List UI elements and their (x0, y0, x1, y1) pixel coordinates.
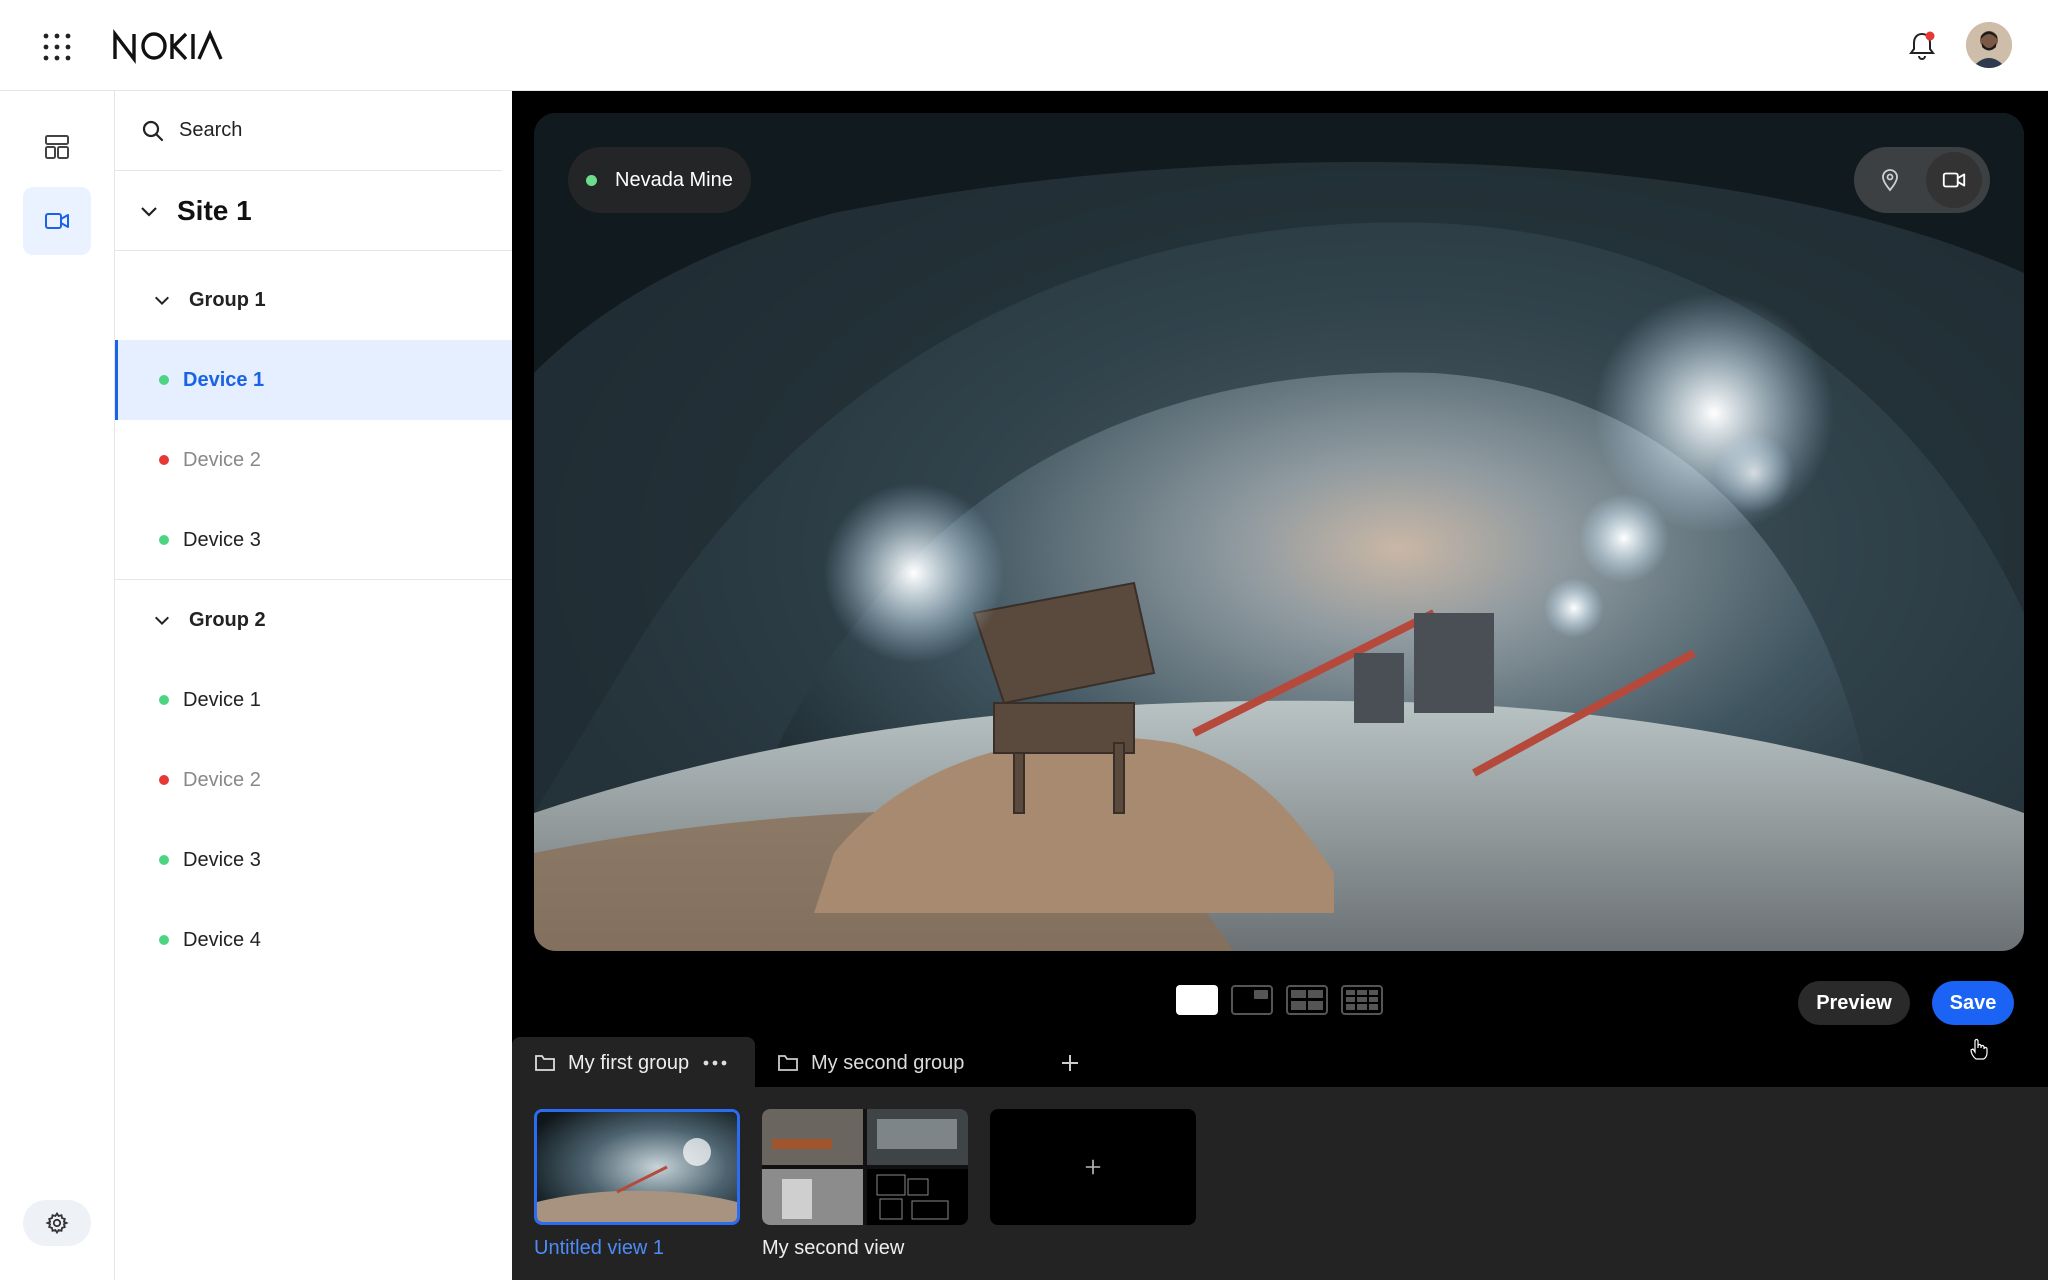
view-preview-grid (762, 1109, 968, 1225)
folder-icon (778, 1055, 798, 1071)
layout-2x2-button[interactable] (1286, 985, 1328, 1015)
device-label: Device 2 (183, 768, 261, 791)
layout-3x2-button[interactable] (1341, 985, 1383, 1015)
status-dot-offline (159, 775, 169, 785)
mine-tunnel-image (534, 113, 2024, 951)
preview-button[interactable]: Preview (1798, 981, 1910, 1025)
location-status-dot (586, 174, 597, 186)
top-bar (0, 0, 2048, 91)
tree-device-row[interactable]: Device 1 (115, 340, 512, 420)
plus-icon (1085, 1159, 1101, 1175)
tree-device-row[interactable]: Device 3 (115, 820, 512, 900)
view-thumbnail[interactable] (762, 1109, 968, 1225)
tab-my-second-group[interactable]: My second group (777, 1037, 997, 1089)
view-thumbnail[interactable] (534, 1109, 740, 1225)
nokia-logo (113, 28, 223, 65)
layout-pip-button[interactable] (1231, 985, 1273, 1015)
view-preview-image (537, 1112, 737, 1222)
device-label: Device 1 (183, 368, 265, 391)
site-label: Site 1 (177, 194, 252, 226)
status-dot-online (159, 375, 169, 385)
status-dot-online (159, 535, 169, 545)
dashboard-icon (45, 135, 69, 159)
search-placeholder: Search (179, 119, 243, 141)
grid-dots-icon[interactable] (42, 32, 72, 62)
map-pin-icon (1882, 169, 1898, 192)
device-label: Device 2 (183, 448, 261, 471)
add-group-button[interactable] (1044, 1037, 1096, 1089)
device-label: Device 3 (183, 848, 261, 871)
gear-icon (45, 1211, 69, 1235)
tree-group-1[interactable]: Group 1 (115, 260, 512, 340)
camera-feed[interactable]: Nevada Mine (534, 113, 2024, 951)
layout-selector (1176, 985, 1383, 1015)
rail-dashboard-button[interactable] (23, 113, 91, 181)
tab-label: My second group (811, 1051, 965, 1074)
view-label[interactable]: My second view (762, 1237, 904, 1260)
group-label: Group 2 (189, 608, 266, 631)
video-camera-icon (1942, 172, 1966, 188)
plus-icon (1062, 1055, 1078, 1071)
video-camera-icon (45, 213, 69, 229)
tree-device-row[interactable]: Device 1 (115, 660, 512, 740)
tree-device-row[interactable]: Device 3 (115, 500, 512, 580)
tree-device-row[interactable]: Device 2 (115, 740, 512, 820)
settings-button[interactable] (23, 1200, 91, 1246)
tree-group-2[interactable]: Group 2 (115, 580, 512, 660)
search-icon (142, 120, 164, 141)
layout-single-button[interactable] (1176, 985, 1218, 1015)
device-label: Device 3 (183, 528, 261, 551)
location-label: Nevada Mine (615, 168, 733, 191)
add-view-button[interactable] (990, 1109, 1196, 1225)
more-horizontal-icon[interactable] (703, 1059, 727, 1067)
chevron-down-icon (141, 206, 157, 217)
bell-icon[interactable] (1904, 28, 1940, 64)
save-button[interactable]: Save (1932, 981, 2014, 1025)
views-tray: Untitled view 1 My second view (512, 1087, 2048, 1280)
status-dot-online (159, 855, 169, 865)
tree-device-row[interactable]: Device 2 (115, 420, 512, 500)
device-label: Device 4 (183, 928, 261, 951)
folder-icon (535, 1055, 555, 1071)
status-dot-offline (159, 455, 169, 465)
status-dot-online (159, 695, 169, 705)
group-label: Group 1 (189, 288, 266, 311)
view-label[interactable]: Untitled view 1 (534, 1237, 664, 1260)
tab-label: My first group (568, 1051, 690, 1074)
device-tree-panel: Search Site 1 Group 1 Device 1 Device 2 … (115, 91, 512, 1280)
notification-badge (1925, 31, 1935, 41)
tab-my-first-group[interactable]: My first group (512, 1037, 755, 1089)
map-view-button[interactable] (1862, 152, 1918, 208)
tree-site-1[interactable]: Site 1 (115, 171, 512, 251)
status-dot-online (159, 935, 169, 945)
device-label: Device 1 (183, 688, 261, 711)
view-mode-toggle (1854, 147, 1990, 213)
location-pill[interactable]: Nevada Mine (568, 147, 751, 213)
chevron-down-icon (154, 296, 170, 306)
nav-rail (0, 91, 115, 1280)
camera-view-button[interactable] (1926, 152, 1982, 208)
rail-video-button[interactable] (23, 187, 91, 255)
avatar[interactable] (1966, 22, 2012, 68)
chevron-down-icon (154, 616, 170, 626)
group-tabs: My first group My second group (512, 1037, 2048, 1089)
tree-device-row[interactable]: Device 4 (115, 900, 512, 980)
search-input[interactable]: Search (115, 91, 502, 171)
video-workspace: Nevada Mine Preview Save My first group … (512, 91, 2048, 1280)
